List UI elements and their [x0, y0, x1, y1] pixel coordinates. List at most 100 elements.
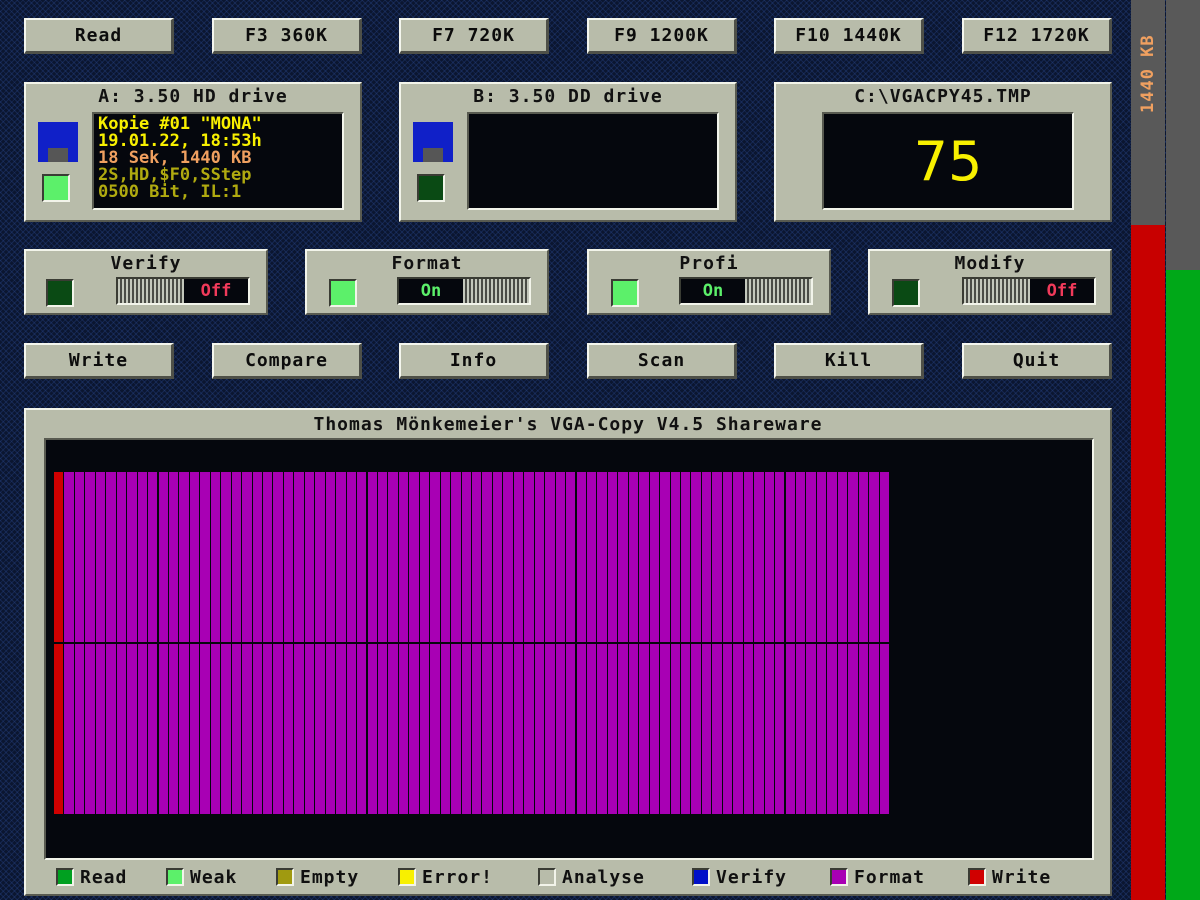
- track-cell: [691, 472, 701, 642]
- f3-button-label: F3 360K: [245, 25, 328, 46]
- format-toggle[interactable]: On: [397, 277, 531, 305]
- track-cell: [283, 644, 294, 814]
- verify-toggle[interactable]: Off: [116, 277, 250, 305]
- track-cell: [95, 644, 106, 814]
- track-cell: [764, 644, 775, 814]
- track-cell: [806, 472, 816, 642]
- write-swatch: [968, 868, 986, 886]
- track-cell: [315, 644, 325, 814]
- f12-1720k-button[interactable]: F12 1720K: [962, 18, 1112, 54]
- track-cell: [858, 644, 869, 814]
- compare-button[interactable]: Compare: [212, 343, 362, 379]
- track-cell: [660, 472, 670, 642]
- track-cell: [795, 472, 806, 642]
- format-led: [329, 279, 357, 307]
- track-cell: [189, 472, 200, 642]
- track-cell: [398, 644, 409, 814]
- format-swatch: [830, 868, 848, 886]
- track-cell: [670, 644, 680, 814]
- legend-write: Write: [968, 866, 1051, 888]
- legend-analyse-label: Analyse: [562, 866, 645, 888]
- track-cell: [388, 472, 398, 642]
- profi-toggle[interactable]: On: [679, 277, 813, 305]
- track-cell: [106, 472, 116, 642]
- write-button[interactable]: Write: [24, 343, 174, 379]
- quit-button[interactable]: Quit: [962, 343, 1112, 379]
- f3-360k-button[interactable]: F3 360K: [212, 18, 362, 54]
- legend-verify-label: Verify: [716, 866, 788, 888]
- track-cell: [848, 644, 858, 814]
- track-cell: [336, 644, 346, 814]
- drive-c-display: 75: [822, 112, 1074, 210]
- empty-swatch: [276, 868, 294, 886]
- track-cell: [503, 472, 513, 642]
- track-cell: [430, 472, 440, 642]
- read-button-label: Read: [74, 25, 123, 46]
- scan-button[interactable]: Scan: [587, 343, 737, 379]
- right-gauge-fill: [1166, 270, 1200, 900]
- modify-toggle[interactable]: Off: [962, 277, 1096, 305]
- track-cell: [116, 472, 127, 642]
- track-cell: [837, 472, 848, 642]
- track-cell: [722, 472, 733, 642]
- f7-button-label: F7 720K: [432, 25, 515, 46]
- legend-empty: Empty: [276, 866, 359, 888]
- profi-option-label: Profi: [679, 253, 739, 274]
- profi-option-panel[interactable]: Profi On: [587, 249, 831, 315]
- track-cell: [722, 644, 733, 814]
- info-button[interactable]: Info: [399, 343, 549, 379]
- track-cell: [440, 644, 451, 814]
- track-cell: [168, 472, 179, 642]
- track-cell: [388, 644, 398, 814]
- track-cell: [586, 472, 597, 642]
- track-cell: [242, 644, 252, 814]
- legend-verify: Verify: [692, 866, 787, 888]
- track-cell: [168, 644, 179, 814]
- drive-c-title: C:\VGACPY45.TMP: [854, 86, 1032, 107]
- track-cell: [618, 472, 628, 642]
- track-cell: [158, 644, 168, 814]
- profi-led: [611, 279, 639, 307]
- track-cell: [85, 644, 95, 814]
- track-cell: [607, 644, 618, 814]
- legend-write-label: Write: [992, 866, 1052, 888]
- drive-c-panel[interactable]: C:\VGACPY45.TMP 75: [774, 82, 1112, 222]
- track-cell: [409, 644, 419, 814]
- drive-a-title: A: 3.50 HD drive: [98, 86, 288, 107]
- legend-error-label: Error!: [422, 866, 494, 888]
- track-cell: [367, 472, 377, 642]
- quit-button-label: Quit: [1012, 350, 1061, 371]
- track-cell: [586, 644, 597, 814]
- modify-option-panel[interactable]: Modify Off: [868, 249, 1112, 315]
- drive-a-panel[interactable]: A: 3.50 HD drive Kopie #01 "MONA" 19.01.…: [24, 82, 362, 222]
- legend-format-label: Format: [854, 866, 926, 888]
- track-cell: [701, 472, 712, 642]
- track-cell: [461, 472, 471, 642]
- verify-led: [46, 279, 74, 307]
- track-cell: [827, 472, 837, 642]
- verify-option-panel[interactable]: Verify Off: [24, 249, 268, 315]
- track-cell: [189, 644, 200, 814]
- f9-1200k-button[interactable]: F9 1200K: [587, 18, 737, 54]
- f10-1440k-button[interactable]: F10 1440K: [774, 18, 924, 54]
- modify-state: Off: [1046, 281, 1078, 301]
- track-cell: [179, 472, 189, 642]
- track-cell: [555, 644, 566, 814]
- f7-720k-button[interactable]: F7 720K: [399, 18, 549, 54]
- track-cell: [701, 644, 712, 814]
- compare-button-label: Compare: [245, 350, 328, 371]
- track-cell: [179, 644, 189, 814]
- kill-button[interactable]: Kill: [774, 343, 924, 379]
- track-cell: [315, 472, 325, 642]
- track-cell: [649, 472, 660, 642]
- toggle-grip: [463, 279, 529, 303]
- track-cell: [430, 644, 440, 814]
- track-cell: [534, 644, 545, 814]
- read-button[interactable]: Read: [24, 18, 174, 54]
- track-cell: [127, 472, 137, 642]
- drive-b-panel[interactable]: B: 3.50 DD drive: [399, 82, 737, 222]
- track-cell: [472, 644, 482, 814]
- format-option-panel[interactable]: Format On: [305, 249, 549, 315]
- track-cell: [649, 644, 660, 814]
- modify-option-label: Modify: [954, 253, 1026, 274]
